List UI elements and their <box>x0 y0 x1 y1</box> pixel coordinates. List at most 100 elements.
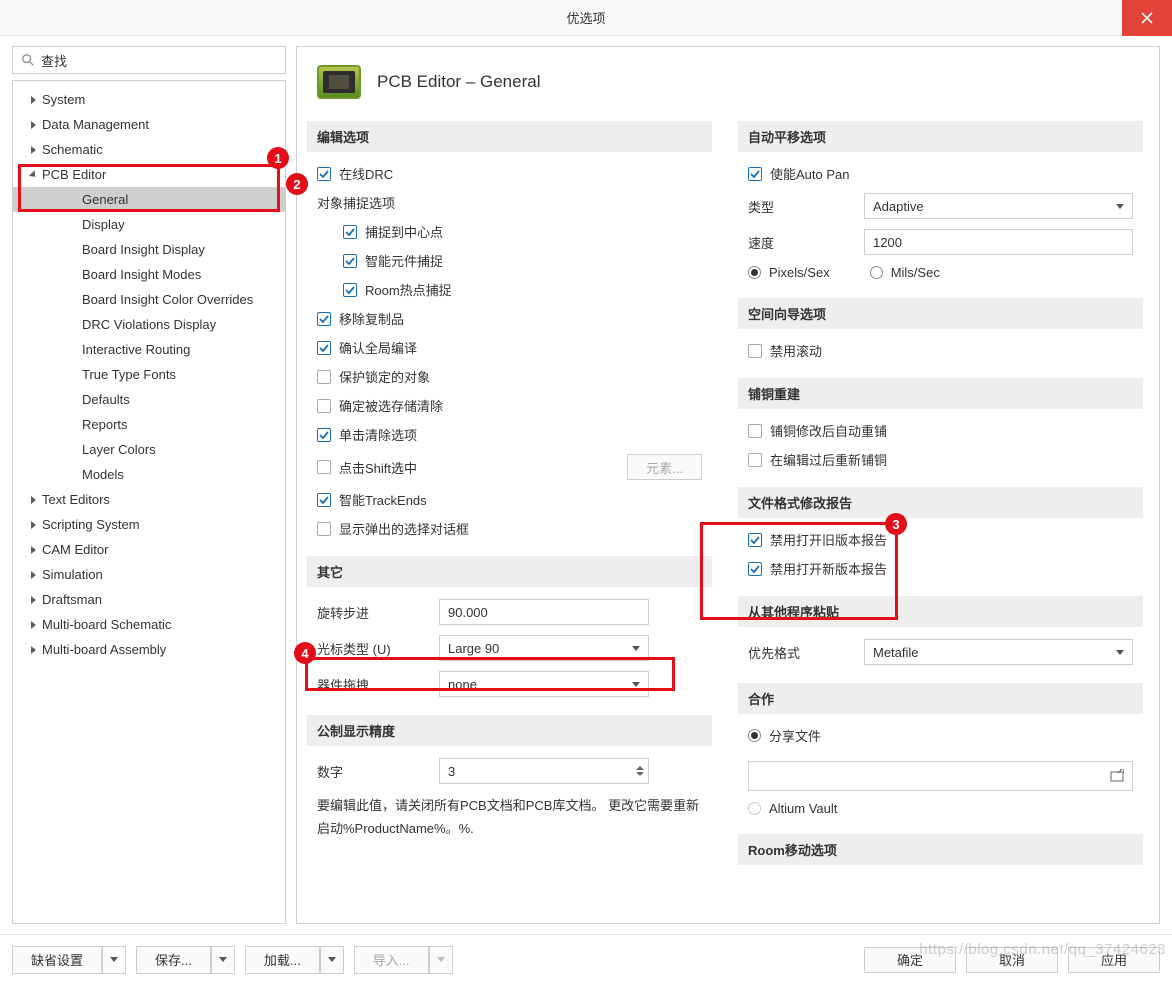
cb-shift-select[interactable]: 点击Shift选中 <box>317 458 621 477</box>
cb-copper-auto[interactable]: 铺铜修改后自动重铺 <box>748 421 1133 440</box>
settings-columns: 编辑选项 在线DRC 对象捕捉选项 捕捉到中心点 智能元件捕捉 Room热点捕捉… <box>297 115 1153 885</box>
cb-smart-trackends[interactable]: 智能TrackEnds <box>317 490 702 509</box>
tree-item[interactable]: Reports <box>13 412 285 437</box>
share-path-input[interactable] <box>748 761 1133 791</box>
tree-item-label: System <box>42 92 85 107</box>
radio-share-file[interactable]: 分享文件 <box>748 726 1133 745</box>
dialog-footer: 缺省设置 保存... 加载... 导入... 确定 取消 应用 <box>0 934 1172 984</box>
tree-item[interactable]: Defaults <box>13 387 285 412</box>
section-file-report: 文件格式修改报告 <box>738 487 1143 518</box>
tree-item-label: Board Insight Modes <box>82 267 201 282</box>
tree-item[interactable]: Draftsman <box>13 587 285 612</box>
defaults-button[interactable]: 缺省设置 <box>12 946 126 974</box>
tree-item[interactable]: Scripting System <box>13 512 285 537</box>
tree-item[interactable]: Board Insight Color Overrides <box>13 287 285 312</box>
chevron-right-icon <box>31 621 36 629</box>
section-metric-precision: 公制显示精度 <box>307 715 712 746</box>
tree-item-label: Board Insight Color Overrides <box>82 292 253 307</box>
chevron-down-icon <box>219 957 227 962</box>
autopan-type-select[interactable]: Adaptive <box>864 193 1133 219</box>
tree-item-label: Reports <box>82 417 128 432</box>
radio-altium-vault[interactable]: Altium Vault <box>748 801 1133 816</box>
ok-button[interactable]: 确定 <box>864 947 956 973</box>
tree-item-label: Schematic <box>42 142 103 157</box>
search-placeholder: 查找 <box>41 51 67 70</box>
cb-snap-center[interactable]: 捕捉到中心点 <box>343 222 702 241</box>
chevron-right-icon <box>31 546 36 554</box>
cb-online-drc[interactable]: 在线DRC <box>317 164 702 183</box>
tree-item[interactable]: Simulation <box>13 562 285 587</box>
section-copper: 铺铜重建 <box>738 378 1143 409</box>
cb-show-popup-dlg[interactable]: 显示弹出的选择对话框 <box>317 519 702 538</box>
titlebar: 优选项 <box>0 0 1172 36</box>
digits-spinner[interactable]: 3 <box>439 758 649 784</box>
dialog-body: 查找 System Data Management Schematic PCB Edi… <box>0 36 1172 934</box>
radio-pixels[interactable]: Pixels/Sex <box>748 265 830 280</box>
cb-remove-dup[interactable]: 移除复制品 <box>317 309 702 328</box>
row-cursor-type: 光标类型 (U) Large 90 <box>317 635 702 661</box>
elements-button[interactable]: 元素... <box>627 454 702 480</box>
import-button[interactable]: 导入... <box>354 946 453 974</box>
tree-item-label: DRC Violations Display <box>82 317 216 332</box>
chevron-down-icon <box>29 170 38 179</box>
tree-item[interactable]: Interactive Routing <box>13 337 285 362</box>
tree-item-label: Text Editors <box>42 492 110 507</box>
tree-item[interactable]: DRC Violations Display <box>13 312 285 337</box>
obj-snap-label: 对象捕捉选项 <box>317 193 702 212</box>
tree-item[interactable]: Text Editors <box>13 487 285 512</box>
right-settings-column: 自动平移选项 使能Auto Pan 类型Adaptive 速度 Pixels/S… <box>738 115 1143 865</box>
tree-item[interactable]: Multi-board Assembly <box>13 637 285 662</box>
chevron-right-icon <box>31 571 36 579</box>
autopan-speed-input[interactable] <box>864 229 1133 255</box>
tree-item[interactable]: Data Management <box>13 112 285 137</box>
tree-item[interactable]: Display <box>13 212 285 237</box>
tree-item-label: Simulation <box>42 567 103 582</box>
cb-old-ver[interactable]: 禁用打开旧版本报告 <box>748 530 1133 549</box>
search-input[interactable]: 查找 <box>12 46 286 74</box>
tree-item[interactable]: Board Insight Modes <box>13 262 285 287</box>
cb-copper-after-edit[interactable]: 在编辑过后重新铺铜 <box>748 450 1133 469</box>
tree-item[interactable]: Models <box>13 462 285 487</box>
tree-item-label: Defaults <box>82 392 130 407</box>
tree-item-label: Multi-board Assembly <box>42 642 166 657</box>
cb-smart-component[interactable]: 智能元件捕捉 <box>343 251 702 270</box>
load-button[interactable]: 加载... <box>245 946 344 974</box>
tree-item[interactable]: CAM Editor <box>13 537 285 562</box>
tree-item[interactable]: Schematic <box>13 137 285 162</box>
chevron-right-icon <box>31 96 36 104</box>
chevron-right-icon <box>31 121 36 129</box>
cb-disable-roll[interactable]: 禁用滚动 <box>748 341 1133 360</box>
cancel-button[interactable]: 取消 <box>966 947 1058 973</box>
chevron-right-icon <box>31 496 36 504</box>
tree-item[interactable]: System <box>13 87 285 112</box>
category-tree[interactable]: System Data Management Schematic PCB Editor… <box>12 80 286 924</box>
cb-confirm-store-clear[interactable]: 确定被选存储清除 <box>317 396 702 415</box>
window-close-button[interactable] <box>1122 0 1172 36</box>
tree-item[interactable]: True Type Fonts <box>13 362 285 387</box>
tree-item[interactable]: General <box>13 187 285 212</box>
cb-confirm-global[interactable]: 确认全局编译 <box>317 338 702 357</box>
comp-drag-select[interactable]: none <box>439 671 649 697</box>
apply-button[interactable]: 应用 <box>1068 947 1160 973</box>
tree-item[interactable]: Board Insight Display <box>13 237 285 262</box>
tree-item-label: Display <box>82 217 125 232</box>
save-button[interactable]: 保存... <box>136 946 235 974</box>
cb-room-hotspot[interactable]: Room热点捕捉 <box>343 280 702 299</box>
tree-item-label: Draftsman <box>42 592 102 607</box>
tree-item-label: True Type Fonts <box>82 367 176 382</box>
radio-mils[interactable]: Mils/Sec <box>870 265 940 280</box>
cb-click-clear-sel[interactable]: 单击清除选项 <box>317 425 702 444</box>
cb-enable-autopan[interactable]: 使能Auto Pan <box>748 164 1133 183</box>
tree-item[interactable]: Layer Colors <box>13 437 285 462</box>
section-edit-options: 编辑选项 <box>307 121 712 152</box>
tree-item[interactable]: Multi-board Schematic <box>13 612 285 637</box>
cb-new-ver[interactable]: 禁用打开新版本报告 <box>748 559 1133 578</box>
chevron-right-icon <box>31 596 36 604</box>
chevron-down-icon <box>632 682 640 687</box>
cursor-type-select[interactable]: Large 90 <box>439 635 649 661</box>
cb-protect-locked[interactable]: 保护锁定的对象 <box>317 367 702 386</box>
rotate-step-input[interactable] <box>439 599 649 625</box>
tree-item-label: Data Management <box>42 117 149 132</box>
pref-format-select[interactable]: Metafile <box>864 639 1133 665</box>
tree-item[interactable]: PCB Editor <box>13 162 285 187</box>
